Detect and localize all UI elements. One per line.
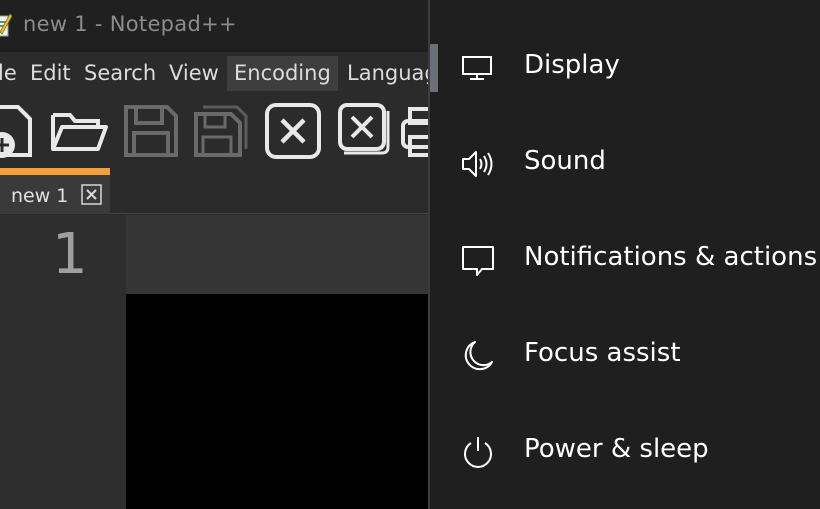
menu-encoding[interactable]: Encoding [227,56,338,91]
settings-item-label: Notifications & actions [524,242,818,272]
settings-item-label: Display [524,50,620,80]
settings-item-notifications[interactable]: Notifications & actions [430,216,820,312]
menu-language[interactable]: Languag [340,56,429,91]
settings-item-sound[interactable]: Sound [430,120,820,216]
menu-bar: le Edit Search View Encoding Languag [0,52,429,95]
moon-icon [464,341,493,371]
settings-nav-panel: Display Sound Notifications & actions Fo… [430,0,820,509]
menu-edit[interactable]: Edit [23,56,78,91]
tab-new-1[interactable]: new 1 [0,168,110,214]
title-bar: new 1 - Notepad++ [0,0,429,52]
save-icon[interactable] [121,101,181,161]
new-file-icon[interactable] [0,101,36,161]
editor-text-area[interactable] [126,294,429,509]
settings-item-display[interactable]: Display [430,24,820,120]
line-number: 1 [52,222,88,287]
notepadpp-app-icon [0,13,12,37]
menu-view[interactable]: View [162,56,226,91]
window-title: new 1 - Notepad++ [23,12,237,36]
settings-item-power-sleep[interactable]: Power & sleep [430,408,820,504]
notification-icon [462,246,494,276]
power-icon [464,437,492,468]
tab-bar: new 1 [0,168,429,214]
speaker-icon [462,151,493,177]
toolbar [0,95,429,168]
menu-search[interactable]: Search [77,56,163,91]
scroll-indicator [430,44,438,92]
settings-item-label: Sound [524,146,606,176]
print-icon[interactable] [400,101,429,161]
close-all-icon[interactable] [336,101,392,161]
tab-close-icon[interactable] [81,184,102,205]
close-icon[interactable] [263,101,323,161]
tab-label: new 1 [11,185,69,207]
monitor-icon [462,56,492,80]
menu-file[interactable]: le [0,56,24,91]
settings-item-label: Focus assist [524,338,681,368]
save-all-icon[interactable] [191,101,251,161]
settings-item-label: Power & sleep [524,434,709,464]
open-folder-icon[interactable] [48,101,110,161]
notepadpp-window: new 1 - Notepad++ le Edit Search View En… [0,0,429,509]
settings-item-focus-assist[interactable]: Focus assist [430,312,820,408]
current-line-highlight[interactable] [126,215,429,294]
